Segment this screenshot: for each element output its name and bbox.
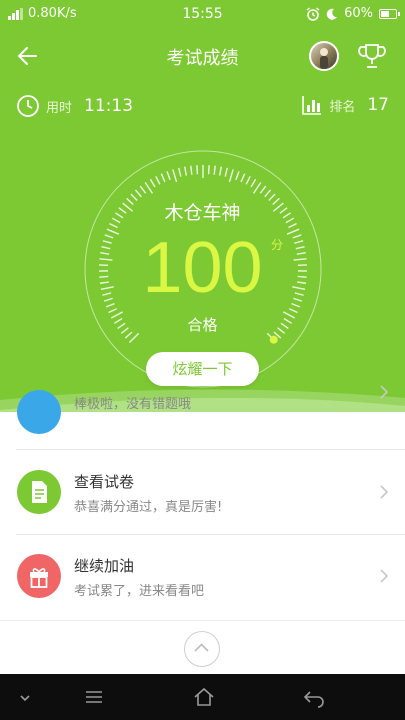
- gift-icon: [17, 554, 61, 598]
- battery-icon: [379, 8, 400, 19]
- dial-tick: [219, 166, 222, 176]
- pass-label: 合格: [187, 316, 218, 334]
- dial-tick: [172, 169, 178, 183]
- rank-label: 排名: [329, 99, 356, 115]
- error-book-icon: [17, 390, 61, 434]
- chevron-right-icon: [380, 569, 389, 583]
- list-item-keep-going[interactable]: 继续加油 考试累了，进来看看吧: [0, 546, 405, 606]
- chevron-right-icon: [380, 485, 389, 499]
- list-item-subtitle: 恭喜满分通过，真是厉害!: [74, 500, 223, 515]
- dial-tick: [224, 167, 228, 177]
- rank-value: 17: [367, 95, 389, 115]
- chevron-up-icon: [194, 643, 209, 652]
- dial-tick: [155, 176, 161, 185]
- list-item-subtitle: 考试累了，进来看看吧: [74, 584, 205, 599]
- dial-tick: [196, 165, 199, 175]
- stats-row: 用时 11:13 排名 17: [0, 94, 405, 124]
- dial-tick: [134, 189, 142, 198]
- rank-chart-icon: [302, 96, 322, 115]
- dial-tick: [213, 165, 216, 175]
- dial-tick: [190, 165, 193, 175]
- car-title: 木仓车神: [164, 202, 241, 224]
- dial-tick: [149, 178, 156, 188]
- time-value: 11:13: [84, 96, 134, 116]
- list-item-title: 查看试卷: [74, 473, 135, 491]
- list-item-title: 继续加油: [74, 557, 135, 575]
- score-value: 100: [142, 228, 263, 308]
- time-stat: 用时 11:13: [16, 94, 133, 118]
- clock-icon: [17, 95, 39, 117]
- dial-progress-marker: [269, 335, 278, 344]
- document-icon: [17, 470, 61, 514]
- dial-tick: [178, 167, 182, 177]
- collapse-button[interactable]: [184, 631, 220, 667]
- status-bar: 0.80K/s 15:55 60%: [0, 0, 405, 30]
- user-photo-icon: [320, 48, 328, 69]
- bottom-panel: [0, 620, 405, 674]
- menu-icon[interactable]: [80, 684, 108, 710]
- list-item-subtitle: 棒极啦，没有错题哦: [74, 397, 192, 412]
- dial-tick: [207, 165, 210, 175]
- chevron-right-icon: [380, 385, 389, 399]
- list-item-error-book[interactable]: 棒极啦，没有错题哦: [0, 385, 405, 450]
- action-list: 棒极啦，没有错题哦 查看试卷 恭喜满分通过，真是厉害! 继续加油 考试累了，进来…: [0, 385, 405, 620]
- dial-tick: [252, 182, 262, 194]
- trophy-icon[interactable]: [356, 40, 388, 72]
- score-unit: 分: [271, 238, 284, 252]
- share-button[interactable]: 炫耀一下: [146, 352, 259, 386]
- dial-tick: [240, 173, 246, 183]
- dial-tick: [184, 166, 187, 176]
- rank-stat: 排名 17: [301, 94, 389, 116]
- hide-keyboard-icon[interactable]: [11, 684, 39, 710]
- system-nav-bar: [0, 674, 405, 720]
- dial-tick: [160, 173, 166, 183]
- app-bar: 考试成绩: [0, 32, 405, 80]
- home-icon[interactable]: [190, 684, 218, 710]
- dial-tick: [235, 171, 240, 181]
- avatar[interactable]: [309, 41, 339, 71]
- dial-tick: [144, 182, 154, 194]
- back-icon[interactable]: [300, 684, 328, 710]
- dial-tick: [250, 178, 257, 188]
- moon-icon: [326, 8, 338, 20]
- divider: [16, 534, 405, 535]
- dial-tick: [245, 176, 251, 185]
- battery-percent: 60%: [344, 6, 373, 21]
- page-title: 考试成绩: [166, 48, 239, 69]
- list-item-view-paper[interactable]: 查看试卷 恭喜满分通过，真是厉害!: [0, 462, 405, 522]
- dial-tick: [166, 171, 171, 181]
- alarm-icon: [306, 6, 320, 21]
- dial-tick: [139, 185, 147, 194]
- dial-tick: [259, 185, 267, 194]
- dial-tick: [264, 189, 272, 198]
- result-header: 0.80K/s 15:55 60% 考试成绩 用时 11:13 排名 17 木仓…: [0, 0, 405, 420]
- divider: [16, 449, 405, 450]
- dial-tick: [228, 169, 234, 183]
- time-label: 用时: [46, 100, 73, 116]
